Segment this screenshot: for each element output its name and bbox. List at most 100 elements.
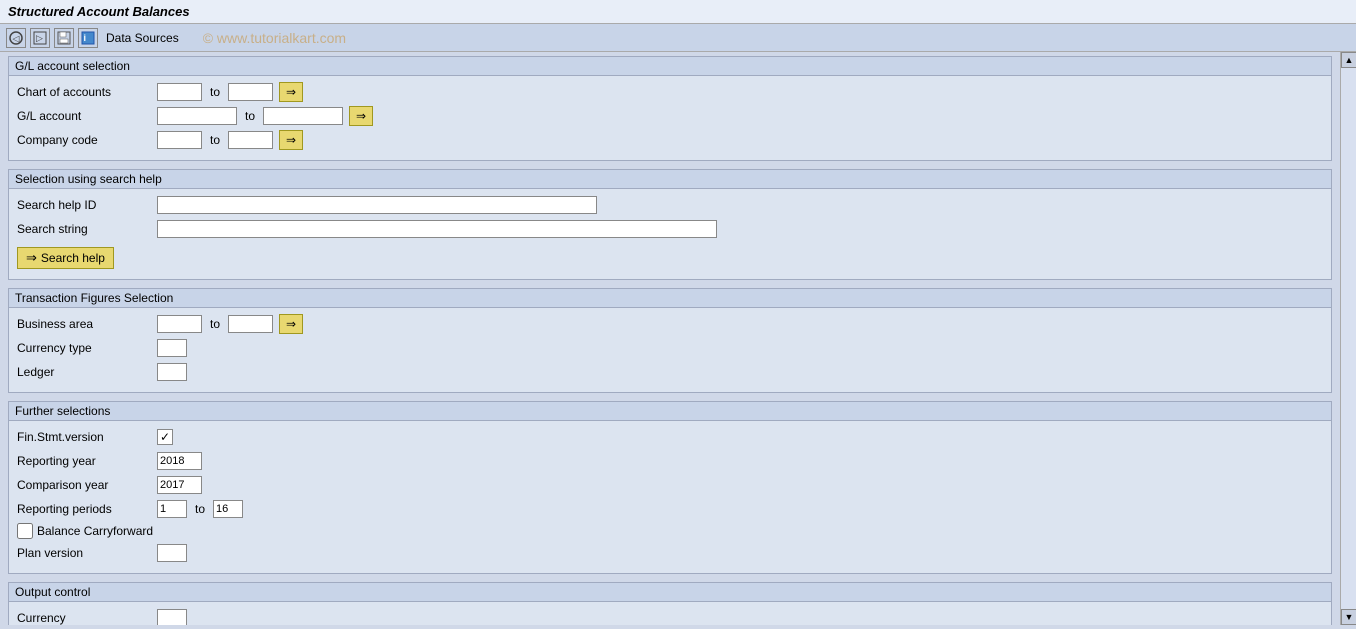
- further-selections-section: Further selections Fin.Stmt.version ✓ Re…: [8, 401, 1332, 574]
- business-area-to-label: to: [210, 317, 220, 331]
- datasources-label: Data Sources: [106, 31, 179, 45]
- gl-account-selection-header: G/L account selection: [9, 57, 1331, 76]
- balance-carryforward-label: Balance Carryforward: [37, 524, 153, 538]
- currency-row: Currency: [17, 608, 1323, 625]
- datasources-icon[interactable]: i: [78, 28, 98, 48]
- plan-version-label: Plan version: [17, 546, 157, 560]
- reporting-periods-row: Reporting periods to: [17, 499, 1323, 519]
- company-code-to[interactable]: [228, 131, 273, 149]
- arrow-icon-4: ⇒: [286, 317, 296, 331]
- gl-account-to[interactable]: [263, 107, 343, 125]
- search-help-id-label: Search help ID: [17, 198, 157, 212]
- reporting-year-label: Reporting year: [17, 454, 157, 468]
- search-help-btn-row: ⇒ Search help: [17, 243, 1323, 269]
- ledger-label: Ledger: [17, 365, 157, 379]
- search-help-arrow-icon: ⇒: [26, 250, 37, 266]
- currency-label: Currency: [17, 611, 157, 625]
- scroll-down-icon: ▼: [1345, 612, 1354, 622]
- title-bar: Structured Account Balances: [0, 0, 1356, 24]
- output-control-header: Output control: [9, 583, 1331, 602]
- reporting-periods-to[interactable]: [213, 500, 243, 518]
- gl-account-selection-body: Chart of accounts to ⇒ G/L account to ⇒: [9, 76, 1331, 160]
- svg-text:▷: ▷: [36, 33, 43, 43]
- comparison-year-input[interactable]: [157, 476, 202, 494]
- scroll-up-button[interactable]: ▲: [1341, 52, 1356, 68]
- business-area-to[interactable]: [228, 315, 273, 333]
- fin-stmt-version-check: ✓: [160, 430, 170, 444]
- gl-account-row: G/L account to ⇒: [17, 106, 1323, 126]
- gl-account-selection-section: G/L account selection Chart of accounts …: [8, 56, 1332, 161]
- search-help-body: Search help ID Search string ⇒ Search he…: [9, 189, 1331, 279]
- scroll-area: G/L account selection Chart of accounts …: [0, 52, 1340, 625]
- currency-type-label: Currency type: [17, 341, 157, 355]
- scroll-track[interactable]: [1341, 68, 1356, 609]
- company-code-to-label: to: [210, 133, 220, 147]
- transaction-figures-section: Transaction Figures Selection Business a…: [8, 288, 1332, 393]
- chart-of-accounts-from[interactable]: [157, 83, 202, 101]
- currency-input[interactable]: [157, 609, 187, 625]
- svg-text:◁: ◁: [13, 33, 20, 43]
- output-control-section: Output control Currency: [8, 582, 1332, 625]
- currency-type-row: Currency type: [17, 338, 1323, 358]
- company-code-row: Company code to ⇒: [17, 130, 1323, 150]
- arrow-icon: ⇒: [286, 85, 296, 99]
- reporting-periods-from[interactable]: [157, 500, 187, 518]
- plan-version-row: Plan version: [17, 543, 1323, 563]
- chart-of-accounts-label: Chart of accounts: [17, 85, 157, 99]
- search-help-id-input[interactable]: [157, 196, 597, 214]
- search-help-button[interactable]: ⇒ Search help: [17, 247, 114, 269]
- chart-of-accounts-to-label: to: [210, 85, 220, 99]
- toolbar: ◁ ▷ i Data Sources © www.tutorialkart.co…: [0, 24, 1356, 52]
- output-control-body: Currency: [9, 602, 1331, 625]
- comparison-year-label: Comparison year: [17, 478, 157, 492]
- comparison-year-row: Comparison year: [17, 475, 1323, 495]
- page-title: Structured Account Balances: [8, 4, 190, 19]
- main-content: G/L account selection Chart of accounts …: [0, 52, 1356, 625]
- ledger-row: Ledger: [17, 362, 1323, 382]
- further-selections-header: Further selections: [9, 402, 1331, 421]
- ledger-input[interactable]: [157, 363, 187, 381]
- chart-of-accounts-arrow[interactable]: ⇒: [279, 82, 303, 102]
- watermark: © www.tutorialkart.com: [203, 30, 346, 46]
- scroll-down-button[interactable]: ▼: [1341, 609, 1356, 625]
- chart-of-accounts-to[interactable]: [228, 83, 273, 101]
- gl-account-to-label: to: [245, 109, 255, 123]
- company-code-arrow[interactable]: ⇒: [279, 130, 303, 150]
- reporting-periods-to-label: to: [195, 502, 205, 516]
- business-area-from[interactable]: [157, 315, 202, 333]
- search-help-btn-label: Search help: [41, 251, 105, 265]
- business-area-arrow[interactable]: ⇒: [279, 314, 303, 334]
- reporting-year-row: Reporting year: [17, 451, 1323, 471]
- balance-carryforward-row: Balance Carryforward: [17, 523, 1323, 539]
- business-area-label: Business area: [17, 317, 157, 331]
- currency-type-input[interactable]: [157, 339, 187, 357]
- forward-icon[interactable]: ▷: [30, 28, 50, 48]
- transaction-figures-body: Business area to ⇒ Currency type Ledger: [9, 308, 1331, 392]
- search-string-label: Search string: [17, 222, 157, 236]
- company-code-label: Company code: [17, 133, 157, 147]
- business-area-row: Business area to ⇒: [17, 314, 1323, 334]
- search-help-header: Selection using search help: [9, 170, 1331, 189]
- arrow-icon-3: ⇒: [286, 133, 296, 147]
- company-code-from[interactable]: [157, 131, 202, 149]
- save-icon[interactable]: [54, 28, 74, 48]
- search-string-row: Search string: [17, 219, 1323, 239]
- gl-account-from[interactable]: [157, 107, 237, 125]
- search-help-section: Selection using search help Search help …: [8, 169, 1332, 280]
- scrollbar: ▲ ▼: [1340, 52, 1356, 625]
- chart-of-accounts-row: Chart of accounts to ⇒: [17, 82, 1323, 102]
- fin-stmt-version-checkbox[interactable]: ✓: [157, 429, 173, 445]
- further-selections-body: Fin.Stmt.version ✓ Reporting year Compar…: [9, 421, 1331, 573]
- plan-version-input[interactable]: [157, 544, 187, 562]
- search-help-id-row: Search help ID: [17, 195, 1323, 215]
- gl-account-arrow[interactable]: ⇒: [349, 106, 373, 126]
- arrow-icon-2: ⇒: [356, 109, 366, 123]
- reporting-year-input[interactable]: [157, 452, 202, 470]
- svg-text:i: i: [84, 33, 87, 43]
- balance-carryforward-checkbox[interactable]: [17, 523, 33, 539]
- back-icon[interactable]: ◁: [6, 28, 26, 48]
- scroll-up-icon: ▲: [1345, 55, 1354, 65]
- search-string-input[interactable]: [157, 220, 717, 238]
- gl-account-label: G/L account: [17, 109, 157, 123]
- fin-stmt-version-row: Fin.Stmt.version ✓: [17, 427, 1323, 447]
